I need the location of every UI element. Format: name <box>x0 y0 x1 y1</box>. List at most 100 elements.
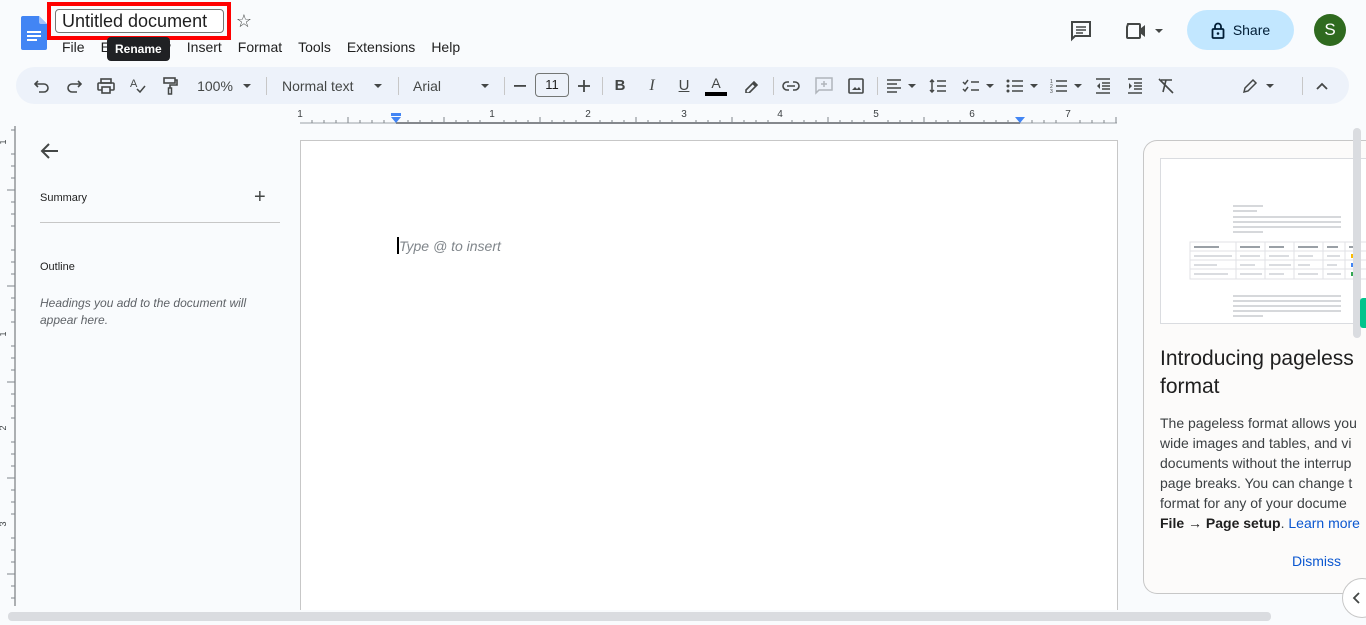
vertical-ruler[interactable]: 1 1 2 3 <box>0 126 16 606</box>
video-camera-icon <box>1126 23 1145 39</box>
page-setup-path: File → Page setup <box>1160 515 1281 531</box>
svg-text:3: 3 <box>1050 89 1053 94</box>
document-page[interactable]: Type @ to insert <box>300 140 1118 610</box>
pageless-promo-card: Introducing pageless format The pageless… <box>1143 140 1366 594</box>
insert-image-icon[interactable] <box>845 67 867 104</box>
promo-body: The pageless format allows you wide imag… <box>1160 413 1366 533</box>
collapse-toolbar-button[interactable] <box>1312 67 1332 104</box>
lock-icon <box>1211 22 1225 39</box>
left-indent-marker[interactable] <box>391 117 401 123</box>
toolbar-divider <box>877 77 878 95</box>
ruler-label: 2 <box>0 425 8 430</box>
increase-indent-icon[interactable] <box>1125 67 1145 104</box>
pencil-icon <box>1242 78 1258 93</box>
zoom-select[interactable]: 100% <box>192 67 256 104</box>
decrease-indent-icon[interactable] <box>1093 67 1113 104</box>
learn-more-link[interactable]: Learn more <box>1288 515 1360 531</box>
ruler-label: 1 <box>0 139 8 144</box>
document-title-input[interactable]: Untitled document <box>55 9 224 33</box>
dismiss-button[interactable]: Dismiss <box>1292 553 1341 569</box>
redo-icon[interactable] <box>64 67 84 104</box>
zoom-value: 100% <box>197 77 233 94</box>
svg-text:A: A <box>130 78 138 90</box>
toolbar-divider <box>1302 77 1303 95</box>
ruler-label: 3 <box>0 521 8 526</box>
comment-icon[interactable] <box>1070 20 1092 47</box>
promo-body-line: documents without the interrup <box>1160 455 1352 471</box>
bold-button[interactable]: B <box>610 67 630 104</box>
paragraph-style-select[interactable]: Normal text <box>278 67 386 104</box>
chevron-down-icon <box>1074 83 1082 88</box>
chevron-down-icon <box>242 83 251 88</box>
checklist-icon <box>962 79 979 92</box>
align-left-icon <box>887 78 901 93</box>
promo-body-line: wide images and tables, and vi <box>1160 435 1352 451</box>
italic-button[interactable]: I <box>642 67 662 104</box>
pageless-illustration <box>1160 158 1366 324</box>
highlight-icon[interactable] <box>741 67 761 104</box>
chevron-down-icon <box>481 83 489 88</box>
summary-heading: Summary <box>40 192 88 204</box>
avatar[interactable]: S <box>1314 14 1346 46</box>
chevron-up-icon <box>1316 82 1328 90</box>
outline-heading: Outline <box>40 261 75 273</box>
vertical-scrollbar[interactable] <box>1352 128 1362 612</box>
undo-icon[interactable] <box>32 67 52 104</box>
right-indent-marker[interactable] <box>1015 117 1025 123</box>
toolbar-divider <box>773 77 774 95</box>
menu-format[interactable]: Format <box>230 36 290 58</box>
promo-title-line: format <box>1160 375 1220 398</box>
promo-title: Introducing pageless format <box>1160 345 1366 401</box>
meet-button[interactable] <box>1125 22 1163 40</box>
share-button[interactable]: Share <box>1187 10 1294 50</box>
align-select[interactable] <box>884 67 918 104</box>
menu-help[interactable]: Help <box>423 36 468 58</box>
first-line-indent-marker[interactable] <box>391 113 401 116</box>
menu-tools[interactable]: Tools <box>290 36 339 58</box>
promo-body-line: format for any of your docume <box>1160 495 1347 511</box>
add-summary-icon[interactable]: + <box>254 186 266 208</box>
ruler-label: 5 <box>873 109 879 120</box>
ruler-label: 1 <box>489 109 495 120</box>
docs-logo-icon[interactable] <box>21 16 47 50</box>
rename-tooltip: Rename <box>107 37 170 61</box>
numbered-list-icon: 123 <box>1050 79 1067 94</box>
menu-file[interactable]: File <box>54 36 93 58</box>
star-icon[interactable]: ☆ <box>234 11 254 31</box>
link-icon[interactable] <box>780 67 802 104</box>
chevron-down-icon <box>1155 29 1163 33</box>
toolbar-divider <box>602 77 603 95</box>
print-icon[interactable] <box>95 67 117 104</box>
line-spacing-icon[interactable] <box>928 67 948 104</box>
outline-empty-hint: Headings you add to the document will ap… <box>40 296 247 327</box>
bulleted-list-select[interactable] <box>1004 67 1040 104</box>
paint-format-icon[interactable] <box>159 67 181 104</box>
menu-extensions[interactable]: Extensions <box>339 36 423 58</box>
text-color-swatch <box>705 91 727 96</box>
side-panel-tab[interactable] <box>1360 298 1366 328</box>
text-color-button[interactable]: A <box>705 67 727 104</box>
chevron-down-icon <box>1030 83 1038 88</box>
promo-title-line: Introducing pageless <box>1160 347 1354 370</box>
horizontal-scrollbar-thumb[interactable] <box>8 612 1271 621</box>
editing-mode-select[interactable] <box>1240 67 1276 104</box>
font-family-value: Arial <box>413 77 442 94</box>
clear-formatting-icon[interactable] <box>1156 67 1176 104</box>
share-label: Share <box>1232 22 1271 38</box>
decrease-font-size-button[interactable] <box>512 67 528 104</box>
font-family-select[interactable]: Arial <box>409 67 493 104</box>
ruler-label: 7 <box>1065 109 1071 120</box>
horizontal-ruler[interactable]: 1 1 2 3 4 5 6 7 <box>0 104 1140 126</box>
checklist-select[interactable] <box>960 67 996 104</box>
document-outline-panel: Summary + Outline Headings you add to th… <box>16 126 296 606</box>
menu-insert[interactable]: Insert <box>179 36 230 58</box>
underline-button[interactable]: U <box>674 67 694 104</box>
promo-body-line: File → Page setup. Learn more <box>1160 513 1366 533</box>
back-arrow-icon[interactable] <box>40 142 64 166</box>
increase-font-size-button[interactable] <box>576 67 592 104</box>
numbered-list-select[interactable]: 123 <box>1048 67 1084 104</box>
font-size-input[interactable]: 11 <box>535 73 569 97</box>
add-comment-icon[interactable] <box>813 67 835 104</box>
spellcheck-icon[interactable]: A <box>127 67 149 104</box>
ruler-label: 1 <box>297 109 303 120</box>
